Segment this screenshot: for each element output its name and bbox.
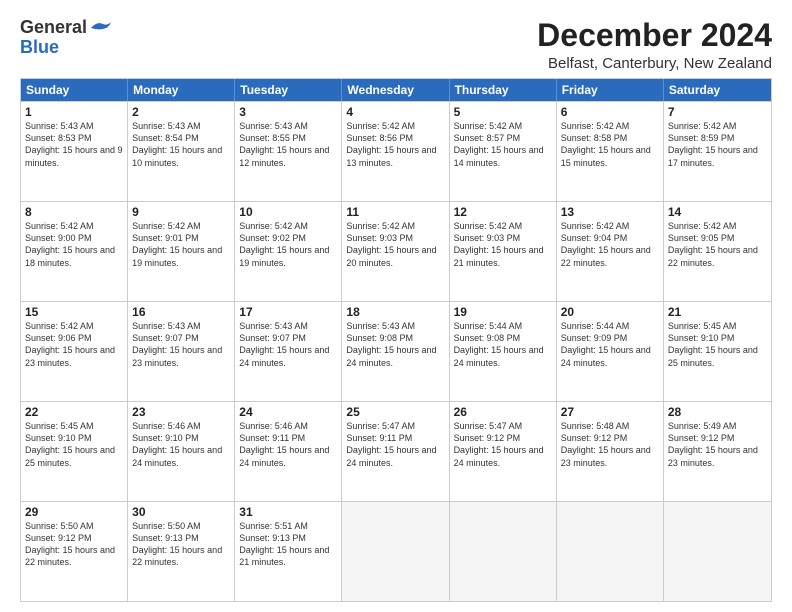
logo-line1: General: [20, 18, 111, 38]
day-empty-2: [450, 502, 557, 601]
main-title: December 2024: [537, 18, 772, 53]
day-1: 1 Sunrise: 5:43 AMSunset: 8:53 PMDayligh…: [21, 102, 128, 201]
calendar-header: Sunday Monday Tuesday Wednesday Thursday…: [21, 79, 771, 101]
day-6: 6 Sunrise: 5:42 AMSunset: 8:58 PMDayligh…: [557, 102, 664, 201]
week-3: 15 Sunrise: 5:42 AMSunset: 9:06 PMDaylig…: [21, 301, 771, 401]
day-26: 26 Sunrise: 5:47 AMSunset: 9:12 PMDaylig…: [450, 402, 557, 501]
day-8: 8 Sunrise: 5:42 AMSunset: 9:00 PMDayligh…: [21, 202, 128, 301]
day-31: 31 Sunrise: 5:51 AMSunset: 9:13 PMDaylig…: [235, 502, 342, 601]
day-3: 3 Sunrise: 5:43 AMSunset: 8:55 PMDayligh…: [235, 102, 342, 201]
day-28: 28 Sunrise: 5:49 AMSunset: 9:12 PMDaylig…: [664, 402, 771, 501]
logo-line2: Blue: [20, 38, 111, 58]
calendar: Sunday Monday Tuesday Wednesday Thursday…: [20, 78, 772, 602]
day-11: 11 Sunrise: 5:42 AMSunset: 9:03 PMDaylig…: [342, 202, 449, 301]
day-14: 14 Sunrise: 5:42 AMSunset: 9:05 PMDaylig…: [664, 202, 771, 301]
day-10: 10 Sunrise: 5:42 AMSunset: 9:02 PMDaylig…: [235, 202, 342, 301]
day-7: 7 Sunrise: 5:42 AMSunset: 8:59 PMDayligh…: [664, 102, 771, 201]
day-2: 2 Sunrise: 5:43 AMSunset: 8:54 PMDayligh…: [128, 102, 235, 201]
day-25: 25 Sunrise: 5:47 AMSunset: 9:11 PMDaylig…: [342, 402, 449, 501]
col-friday: Friday: [557, 79, 664, 101]
day-24: 24 Sunrise: 5:46 AMSunset: 9:11 PMDaylig…: [235, 402, 342, 501]
col-wednesday: Wednesday: [342, 79, 449, 101]
calendar-body: 1 Sunrise: 5:43 AMSunset: 8:53 PMDayligh…: [21, 101, 771, 601]
day-4: 4 Sunrise: 5:42 AMSunset: 8:56 PMDayligh…: [342, 102, 449, 201]
day-9: 9 Sunrise: 5:42 AMSunset: 9:01 PMDayligh…: [128, 202, 235, 301]
logo: General Blue: [20, 18, 111, 58]
week-2: 8 Sunrise: 5:42 AMSunset: 9:00 PMDayligh…: [21, 201, 771, 301]
subtitle: Belfast, Canterbury, New Zealand: [537, 55, 772, 72]
day-19: 19 Sunrise: 5:44 AMSunset: 9:08 PMDaylig…: [450, 302, 557, 401]
day-27: 27 Sunrise: 5:48 AMSunset: 9:12 PMDaylig…: [557, 402, 664, 501]
week-5: 29 Sunrise: 5:50 AMSunset: 9:12 PMDaylig…: [21, 501, 771, 601]
day-21: 21 Sunrise: 5:45 AMSunset: 9:10 PMDaylig…: [664, 302, 771, 401]
day-18: 18 Sunrise: 5:43 AMSunset: 9:08 PMDaylig…: [342, 302, 449, 401]
col-thursday: Thursday: [450, 79, 557, 101]
day-empty-3: [557, 502, 664, 601]
day-empty-4: [664, 502, 771, 601]
day-23: 23 Sunrise: 5:46 AMSunset: 9:10 PMDaylig…: [128, 402, 235, 501]
header: General Blue December 2024 Belfast, Cant…: [20, 18, 772, 72]
week-1: 1 Sunrise: 5:43 AMSunset: 8:53 PMDayligh…: [21, 101, 771, 201]
day-20: 20 Sunrise: 5:44 AMSunset: 9:09 PMDaylig…: [557, 302, 664, 401]
col-sunday: Sunday: [21, 79, 128, 101]
day-12: 12 Sunrise: 5:42 AMSunset: 9:03 PMDaylig…: [450, 202, 557, 301]
col-monday: Monday: [128, 79, 235, 101]
page: General Blue December 2024 Belfast, Cant…: [0, 0, 792, 612]
col-tuesday: Tuesday: [235, 79, 342, 101]
day-empty-1: [342, 502, 449, 601]
logo-bird-icon: [89, 20, 111, 36]
day-30: 30 Sunrise: 5:50 AMSunset: 9:13 PMDaylig…: [128, 502, 235, 601]
day-5: 5 Sunrise: 5:42 AMSunset: 8:57 PMDayligh…: [450, 102, 557, 201]
day-17: 17 Sunrise: 5:43 AMSunset: 9:07 PMDaylig…: [235, 302, 342, 401]
day-13: 13 Sunrise: 5:42 AMSunset: 9:04 PMDaylig…: [557, 202, 664, 301]
day-15: 15 Sunrise: 5:42 AMSunset: 9:06 PMDaylig…: [21, 302, 128, 401]
day-22: 22 Sunrise: 5:45 AMSunset: 9:10 PMDaylig…: [21, 402, 128, 501]
day-16: 16 Sunrise: 5:43 AMSunset: 9:07 PMDaylig…: [128, 302, 235, 401]
col-saturday: Saturday: [664, 79, 771, 101]
week-4: 22 Sunrise: 5:45 AMSunset: 9:10 PMDaylig…: [21, 401, 771, 501]
title-section: December 2024 Belfast, Canterbury, New Z…: [537, 18, 772, 72]
day-29: 29 Sunrise: 5:50 AMSunset: 9:12 PMDaylig…: [21, 502, 128, 601]
